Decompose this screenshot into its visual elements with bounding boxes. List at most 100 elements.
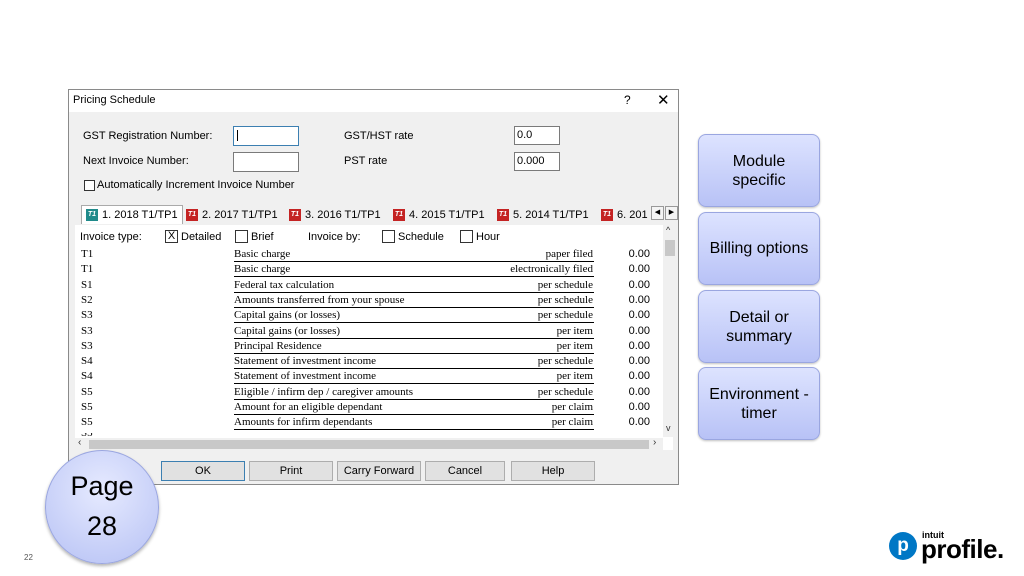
- gst-hst-rate-value: 0.0: [517, 129, 533, 141]
- gst-hst-rate-input[interactable]: 0.0: [514, 126, 560, 145]
- row-amount[interactable]: 0.00: [595, 325, 650, 337]
- row-description: Amount for an eligible dependant: [234, 401, 383, 413]
- row-amount[interactable]: 0.00: [595, 386, 650, 398]
- row-description: Basic charge: [234, 263, 291, 276]
- hour-checkbox[interactable]: [460, 230, 473, 243]
- row-amount[interactable]: 0.00: [595, 416, 650, 428]
- row-code: S4: [81, 370, 93, 383]
- table-row: S4 Statement of investment income per item…: [75, 369, 655, 385]
- row-unit: per schedule: [537, 293, 593, 306]
- row-description: Federal tax calculation: [234, 278, 335, 291]
- close-icon[interactable]: ✕: [657, 91, 670, 109]
- intuit-profile-logo: p intuit profile.: [889, 530, 1004, 564]
- row-amount[interactable]: 0.00: [595, 340, 650, 352]
- tab-strip: T1 1. 2018 T1/TP1 T1 2. 2017 T1/TP1 T1 3…: [77, 205, 673, 225]
- tab-2017[interactable]: T1 2. 2017 T1/TP1: [186, 205, 278, 225]
- page-badge-label: Page: [70, 471, 134, 501]
- row-code: S5: [81, 401, 93, 413]
- text-cursor: [237, 130, 238, 141]
- t1-icon: T1: [497, 209, 509, 221]
- row-unit: per schedule: [537, 385, 593, 398]
- row-amount[interactable]: 0.00: [595, 294, 650, 306]
- row-code: S3: [81, 324, 93, 337]
- row-amount[interactable]: 0.00: [595, 279, 650, 291]
- scroll-up-icon[interactable]: ^: [666, 225, 670, 235]
- gst-registration-label: GST Registration Number:: [83, 130, 213, 142]
- schedule-panel: Invoice type: X Detailed Brief Invoice b…: [75, 225, 673, 450]
- pricing-schedule-dialog: Pricing Schedule ? ✕ GST Registration Nu…: [68, 89, 679, 485]
- tab-scroll-left-icon[interactable]: ◀: [651, 206, 664, 220]
- scroll-left-icon[interactable]: ‹: [78, 437, 81, 448]
- detailed-checkbox[interactable]: X: [165, 230, 178, 243]
- brief-label: Brief: [251, 231, 274, 243]
- row-description: Statement of investment income: [234, 370, 377, 383]
- horizontal-scroll-thumb[interactable]: [89, 440, 649, 449]
- row-description: Principal Residence: [234, 339, 322, 352]
- next-invoice-input[interactable]: [233, 152, 299, 172]
- horizontal-scrollbar[interactable]: ‹ ›: [75, 437, 663, 451]
- row-amount[interactable]: 0.00: [595, 370, 650, 382]
- row-description: Statement of investment income: [234, 355, 377, 368]
- t1-icon: T1: [186, 209, 198, 221]
- help-icon[interactable]: ?: [624, 93, 631, 107]
- cancel-button[interactable]: Cancel: [425, 461, 505, 481]
- scroll-right-icon[interactable]: ›: [653, 437, 656, 448]
- row-amount[interactable]: 0.00: [595, 355, 650, 367]
- gst-registration-input[interactable]: [233, 126, 299, 146]
- auto-increment-checkbox[interactable]: [84, 180, 95, 191]
- ok-button[interactable]: OK: [161, 461, 245, 481]
- tab-2013[interactable]: T1 6. 201: [601, 205, 648, 225]
- tab-scroll-right-icon[interactable]: ▶: [665, 206, 678, 220]
- t1-icon: T1: [289, 209, 301, 221]
- tab-label: 4. 2015 T1/TP1: [409, 209, 485, 221]
- tab-label: 3. 2016 T1/TP1: [305, 209, 381, 221]
- tab-label: 1. 2018 T1/TP1: [102, 209, 178, 221]
- row-amount[interactable]: 0.00: [595, 401, 650, 413]
- row-description: Amounts transferred from your spouse: [234, 293, 405, 306]
- slide-number: 22: [24, 553, 33, 562]
- row-unit: per schedule: [537, 278, 593, 291]
- row-unit: per claim: [551, 401, 593, 413]
- vertical-scrollbar[interactable]: ^ v: [663, 225, 677, 437]
- t1-icon: T1: [601, 209, 613, 221]
- tab-2014[interactable]: T1 5. 2014 T1/TP1: [497, 205, 589, 225]
- row-code: T1: [81, 248, 94, 260]
- page-badge-number: 28: [86, 511, 118, 541]
- row-code: S3: [81, 339, 93, 352]
- row-unit: per claim: [551, 416, 593, 429]
- next-invoice-label: Next Invoice Number:: [83, 155, 189, 167]
- row-unit: per schedule: [537, 355, 593, 368]
- invoice-by-label: Invoice by:: [308, 231, 361, 243]
- row-amount[interactable]: 0.00: [595, 309, 650, 321]
- tab-label: 6. 201: [617, 209, 648, 221]
- table-row: S4 Statement of investment income per sche…: [75, 354, 655, 370]
- carry-forward-button[interactable]: Carry Forward: [337, 461, 421, 481]
- row-unit: per item: [556, 339, 593, 352]
- hour-label: Hour: [476, 231, 500, 243]
- print-button[interactable]: Print: [249, 461, 333, 481]
- schedule-checkbox[interactable]: [382, 230, 395, 243]
- table-row: S5 Amounts for infirm dependants per claim…: [75, 415, 655, 431]
- pst-rate-input[interactable]: 0.000: [514, 152, 560, 171]
- feature-module-specific: Module specific: [698, 134, 820, 207]
- tab-2016[interactable]: T1 3. 2016 T1/TP1: [289, 205, 381, 225]
- row-description: Capital gains (or losses): [234, 324, 341, 337]
- row-description: Basic charge: [234, 248, 291, 260]
- scroll-down-icon[interactable]: v: [666, 423, 671, 433]
- invoice-type-label: Invoice type:: [80, 231, 142, 243]
- row-unit: per item: [556, 370, 593, 383]
- row-code: S1: [81, 278, 93, 291]
- tab-2018[interactable]: T1 1. 2018 T1/TP1: [81, 205, 183, 224]
- brief-checkbox[interactable]: [235, 230, 248, 243]
- row-code: S4: [81, 355, 93, 368]
- row-code: S3: [81, 309, 93, 322]
- tab-label: 5. 2014 T1/TP1: [513, 209, 589, 221]
- t1-icon: T1: [393, 209, 405, 221]
- vertical-scroll-thumb[interactable]: [665, 240, 675, 256]
- row-amount[interactable]: 0.00: [595, 248, 650, 260]
- row-description: Capital gains (or losses): [234, 309, 341, 322]
- help-button[interactable]: Help: [511, 461, 595, 481]
- row-amount[interactable]: 0.00: [595, 263, 650, 275]
- tab-2015[interactable]: T1 4. 2015 T1/TP1: [393, 205, 485, 225]
- feature-billing-options: Billing options: [698, 212, 820, 285]
